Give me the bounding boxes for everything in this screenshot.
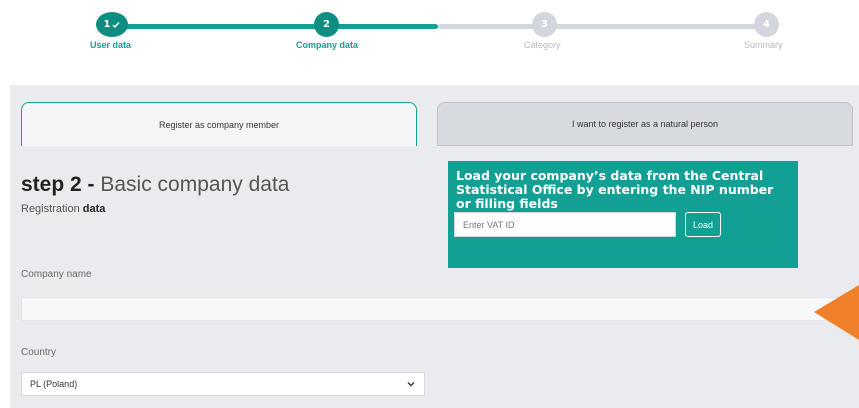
gus-lookup-title: Load your company’s data from the Centra… (456, 168, 774, 211)
tab-natural-person[interactable]: I want to register as a natural person (437, 102, 853, 146)
step-3-label: Category (524, 40, 561, 50)
step-1-number: 1 (103, 19, 111, 30)
subtitle-bold: data (82, 203, 106, 215)
step-2-label: Company data (296, 40, 359, 50)
orange-arrow-icon (814, 285, 859, 340)
vat-id-input[interactable]: Enter VAT ID (454, 212, 676, 237)
stepper-track-done (112, 24, 438, 29)
step-4-number: 4 (763, 19, 770, 30)
page-title: step 2 - Basic company data (21, 173, 289, 197)
country-select-value: PL (Poland) (30, 379, 78, 389)
step-1-circle[interactable]: 1 (96, 12, 128, 37)
country-select[interactable]: PL (Poland) (21, 372, 425, 396)
page-subtitle: Registration data (21, 203, 105, 215)
check-icon (112, 21, 121, 28)
load-button[interactable]: Load (685, 212, 721, 237)
page-title-text: Basic company data (100, 173, 290, 196)
step-1-label: User data (90, 40, 132, 50)
step-4-circle: 4 (754, 12, 779, 37)
subtitle-light: Registration (21, 203, 80, 215)
step-4-label: Summary (744, 40, 783, 50)
company-name-label: Company name (21, 269, 92, 280)
registration-panel: Register as company member I want to reg… (10, 85, 859, 408)
step-3-number: 3 (541, 19, 548, 30)
progress-stepper: 1 User data 2 Company data 3 Category 4 … (0, 0, 859, 60)
gus-lookup-box: Load your company’s data from the Centra… (448, 161, 798, 268)
page-title-step: step 2 - (21, 173, 95, 196)
step-3-circle: 3 (532, 12, 557, 37)
country-label: Country (21, 347, 57, 358)
chevron-down-icon (407, 382, 415, 387)
step-2-number: 2 (323, 19, 330, 30)
stepper-track-remaining (438, 24, 768, 29)
company-name-input[interactable] (21, 297, 859, 321)
step-2-circle[interactable]: 2 (314, 12, 339, 37)
tab-company-member[interactable]: Register as company member (21, 102, 417, 146)
